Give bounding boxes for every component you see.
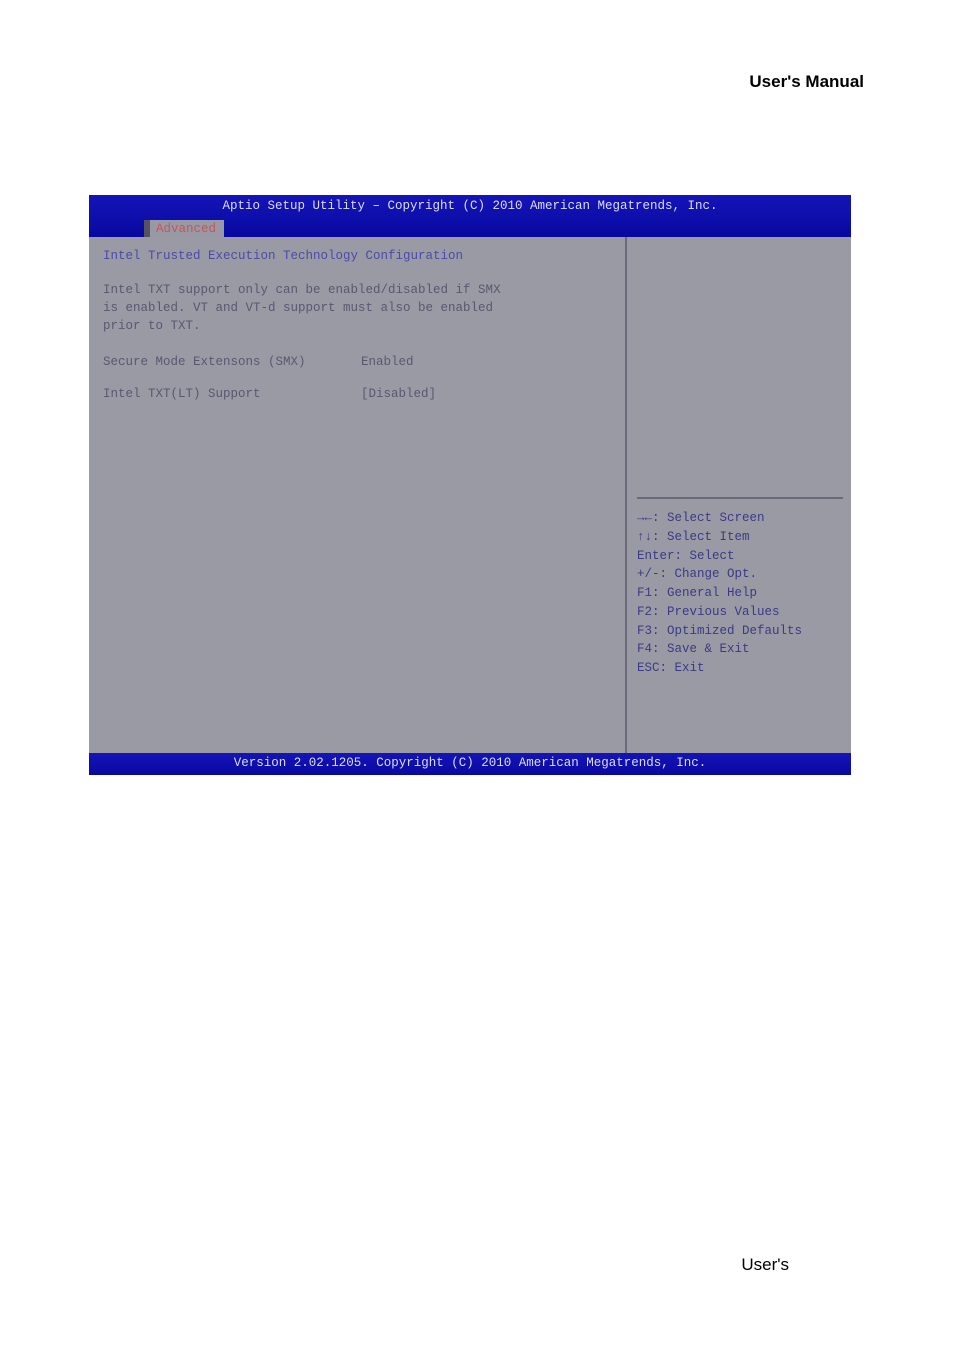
bios-info-line: is enabled. VT and VT-d support must als… [103,299,617,317]
help-key-save-exit: F4: Save & Exit [637,640,843,659]
bios-setting-label: Intel TXT(LT) Support [103,387,361,401]
bios-body: Intel Trusted Execution Technology Confi… [89,237,851,753]
bios-help-description [637,249,843,499]
bios-setting-label: Secure Mode Extensons (SMX) [103,355,361,369]
help-key-select-screen: →←: Select Screen [637,509,843,528]
help-key-optimized-defaults: F3: Optimized Defaults [637,622,843,641]
bios-setting-value: Enabled [361,355,414,369]
bios-footer: Version 2.02.1205. Copyright (C) 2010 Am… [89,753,851,775]
bios-help-keys: →←: Select Screen ↑↓: Select Item Enter:… [637,509,843,678]
bios-tab-advanced[interactable]: Advanced [144,220,224,237]
page-header: User's Manual [749,72,864,92]
help-key-change-opt: +/-: Change Opt. [637,565,843,584]
bios-setting-value[interactable]: [Disabled] [361,387,436,401]
help-key-select-item: ↑↓: Select Item [637,528,843,547]
bios-title: Aptio Setup Utility – Copyright (C) 2010… [89,195,851,213]
bios-info-line: prior to TXT. [103,317,617,335]
bios-screenshot: Aptio Setup Utility – Copyright (C) 2010… [89,195,851,775]
bios-titlebar: Aptio Setup Utility – Copyright (C) 2010… [89,195,851,237]
bios-left-pane: Intel Trusted Execution Technology Confi… [89,237,625,753]
help-key-general-help: F1: General Help [637,584,843,603]
page-footer: User's [741,1255,789,1275]
bios-info-text: Intel TXT support only can be enabled/di… [103,281,617,335]
bios-info-line: Intel TXT support only can be enabled/di… [103,281,617,299]
bios-right-pane: →←: Select Screen ↑↓: Select Item Enter:… [625,237,851,753]
bios-setting-row-smx: Secure Mode Extensons (SMX) Enabled [103,355,617,369]
help-key-previous-values: F2: Previous Values [637,603,843,622]
help-key-esc-exit: ESC: Exit [637,659,843,678]
bios-setting-row-txt[interactable]: Intel TXT(LT) Support [Disabled] [103,387,617,401]
bios-section-title: Intel Trusted Execution Technology Confi… [103,249,617,263]
help-key-enter: Enter: Select [637,547,843,566]
